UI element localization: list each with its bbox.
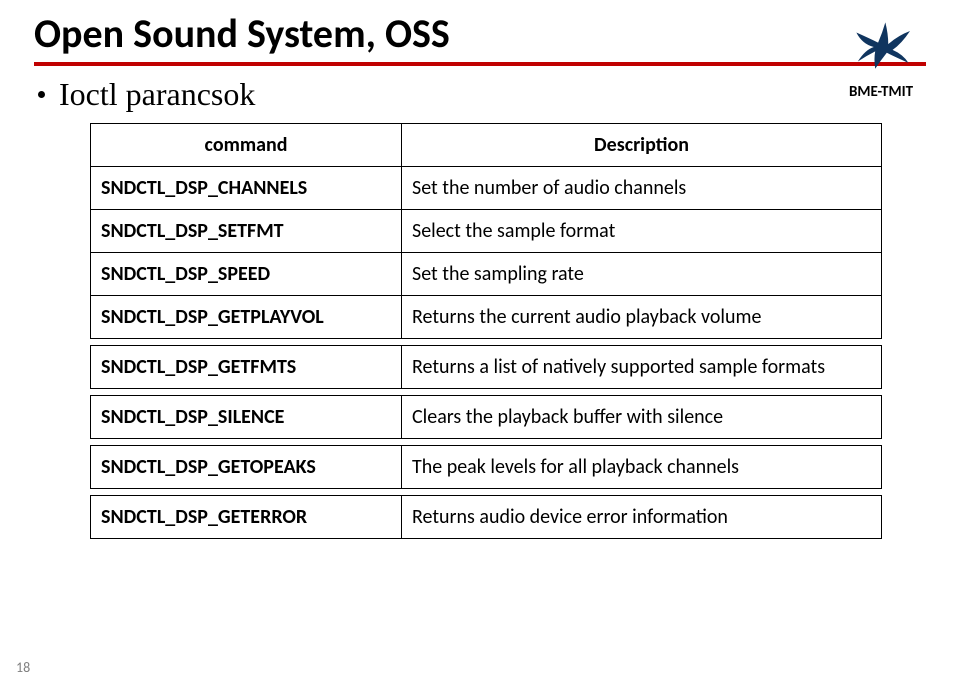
header-command: command	[91, 124, 402, 167]
tables-container: command Description SNDCTL_DSP_CHANNELS …	[90, 123, 926, 539]
table-row: SNDCTL_DSP_GETPLAYVOL Returns the curren…	[91, 296, 882, 339]
bullet-dot-icon	[38, 91, 45, 98]
table-row: SNDCTL_DSP_GETERROR Returns audio device…	[91, 496, 882, 539]
cell-description: Returns a list of natively supported sam…	[402, 346, 882, 389]
bullet-item: Ioctl parancsok	[38, 76, 926, 113]
cell-description: Set the sampling rate	[402, 253, 882, 296]
cell-description: Select the sample format	[402, 210, 882, 253]
command-table-1: SNDCTL_DSP_GETFMTS Returns a list of nat…	[90, 345, 882, 389]
table-row: SNDCTL_DSP_CHANNELS Set the number of au…	[91, 167, 882, 210]
cell-description: Clears the playback buffer with silence	[402, 396, 882, 439]
table-row: SNDCTL_DSP_SPEED Set the sampling rate	[91, 253, 882, 296]
cell-command: SNDCTL_DSP_SPEED	[91, 253, 402, 296]
slide: BME-TMIT Open Sound System, OSS Ioctl pa…	[0, 0, 960, 694]
header-description: Description	[402, 124, 882, 167]
page-number: 18	[16, 659, 30, 676]
cell-command: SNDCTL_DSP_GETFMTS	[91, 346, 402, 389]
bullet-text: Ioctl parancsok	[59, 76, 255, 113]
cell-command: SNDCTL_DSP_GETPLAYVOL	[91, 296, 402, 339]
cell-command: SNDCTL_DSP_CHANNELS	[91, 167, 402, 210]
command-table-3: SNDCTL_DSP_GETOPEAKS The peak levels for…	[90, 445, 882, 489]
title-rule	[34, 62, 926, 66]
table-header-row: command Description	[91, 124, 882, 167]
table-row: SNDCTL_DSP_SILENCE Clears the playback b…	[91, 396, 882, 439]
cell-command: SNDCTL_DSP_GETERROR	[91, 496, 402, 539]
cell-description: Set the number of audio channels	[402, 167, 882, 210]
command-table-0: command Description SNDCTL_DSP_CHANNELS …	[90, 123, 882, 339]
cell-description: Returns audio device error information	[402, 496, 882, 539]
command-table-4: SNDCTL_DSP_GETERROR Returns audio device…	[90, 495, 882, 539]
table-row: SNDCTL_DSP_GETFMTS Returns a list of nat…	[91, 346, 882, 389]
logo-text: BME-TMIT	[838, 83, 924, 101]
cell-command: SNDCTL_DSP_SETFMT	[91, 210, 402, 253]
bme-tmit-logo-icon	[844, 18, 918, 76]
table-row: SNDCTL_DSP_SETFMT Select the sample form…	[91, 210, 882, 253]
cell-command: SNDCTL_DSP_GETOPEAKS	[91, 446, 402, 489]
table-row: SNDCTL_DSP_GETOPEAKS The peak levels for…	[91, 446, 882, 489]
cell-description: Returns the current audio playback volum…	[402, 296, 882, 339]
page-title: Open Sound System, OSS	[34, 12, 926, 56]
command-table-2: SNDCTL_DSP_SILENCE Clears the playback b…	[90, 395, 882, 439]
cell-command: SNDCTL_DSP_SILENCE	[91, 396, 402, 439]
logo-block: BME-TMIT	[838, 18, 924, 101]
cell-description: The peak levels for all playback channel…	[402, 446, 882, 489]
